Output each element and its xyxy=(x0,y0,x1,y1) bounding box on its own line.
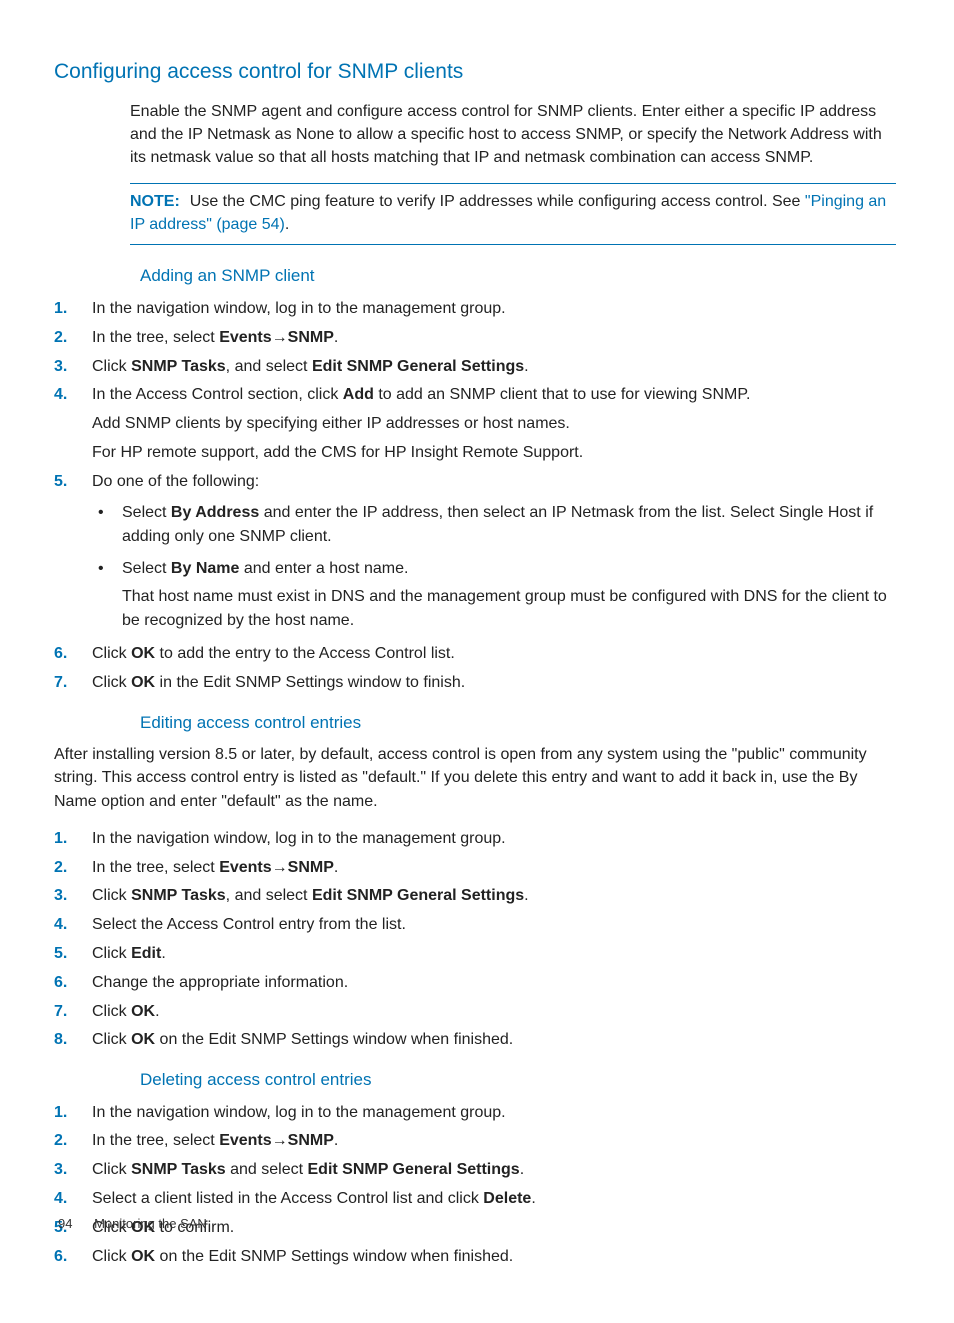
step-text: to add the entry to the Access Control l… xyxy=(155,645,455,662)
sub-bullets: Select By Address and enter the IP addre… xyxy=(92,501,896,635)
note-text: Use the CMC ping feature to verify IP ad… xyxy=(190,193,805,210)
page-footer: 94 Monitoring the SAN xyxy=(58,1214,207,1234)
step-text: In the Access Control section, click xyxy=(92,386,343,403)
note-label: NOTE: xyxy=(130,193,180,210)
list-item: Select By Address and enter the IP addre… xyxy=(92,501,896,549)
step-text: Click xyxy=(92,1031,131,1048)
step-text: Select the Access Control entry from the… xyxy=(92,916,406,933)
ui-label: Events xyxy=(219,859,271,876)
ui-label: Events xyxy=(219,1132,271,1149)
step-text: on the Edit SNMP Settings window when fi… xyxy=(155,1031,513,1048)
step-text: and enter a host name. xyxy=(239,560,408,577)
step-text: Do one of the following: xyxy=(92,473,259,490)
list-item: 4.Select a client listed in the Access C… xyxy=(54,1187,896,1212)
page-heading: Configuring access control for SNMP clie… xyxy=(54,56,896,88)
page-number: 94 xyxy=(58,1216,72,1231)
step-text: Click xyxy=(92,945,131,962)
step-text: , and select xyxy=(226,887,312,904)
step-text: For HP remote support, add the CMS for H… xyxy=(92,441,896,466)
list-item: 6.Click OK on the Edit SNMP Settings win… xyxy=(54,1245,896,1270)
step-text: to add an SNMP client that to use for vi… xyxy=(374,386,751,403)
step-text: Add SNMP clients by specifying either IP… xyxy=(92,412,896,437)
step-text: , and select xyxy=(226,358,312,375)
step-text: and select xyxy=(226,1161,308,1178)
ui-label: OK xyxy=(131,674,155,691)
ui-label: OK xyxy=(131,1003,155,1020)
list-item: 5.Do one of the following: Select By Add… xyxy=(54,470,896,634)
step-text: Click xyxy=(92,645,131,662)
step-text: In the tree, select xyxy=(92,859,219,876)
deleting-heading: Deleting access control entries xyxy=(140,1067,896,1093)
ui-label: Edit xyxy=(131,945,161,962)
step-text: Click xyxy=(92,1248,131,1265)
step-text: That host name must exist in DNS and the… xyxy=(122,585,896,635)
arrow-icon: → xyxy=(272,1132,288,1149)
footer-title: Monitoring the SAN xyxy=(94,1216,207,1231)
step-text: In the tree, select xyxy=(92,329,219,346)
ui-label: By Name xyxy=(171,560,239,577)
ui-label: Add xyxy=(343,386,374,403)
list-item: 2.In the tree, select Events→SNMP. xyxy=(54,326,896,351)
ui-label: OK xyxy=(131,1031,155,1048)
ui-label: SNMP Tasks xyxy=(131,887,226,904)
deleting-steps: 1.In the navigation window, log in to th… xyxy=(54,1101,896,1270)
list-item: 8.Click OK on the Edit SNMP Settings win… xyxy=(54,1028,896,1053)
step-text: In the navigation window, log in to the … xyxy=(92,300,506,317)
intro-paragraph: Enable the SNMP agent and configure acce… xyxy=(130,100,896,170)
list-item: 3.Click SNMP Tasks, and select Edit SNMP… xyxy=(54,884,896,909)
step-text: Click xyxy=(92,1161,131,1178)
arrow-icon: → xyxy=(272,859,288,876)
note-after: . xyxy=(285,216,289,233)
step-text: Change the appropriate information. xyxy=(92,974,348,991)
list-item: 1.In the navigation window, log in to th… xyxy=(54,297,896,322)
editing-steps: 1.In the navigation window, log in to th… xyxy=(54,827,896,1053)
step-text: Click xyxy=(92,887,131,904)
list-item: 5.Click Edit. xyxy=(54,942,896,967)
ui-label: SNMP xyxy=(288,329,334,346)
ui-label: By Address xyxy=(171,504,259,521)
adding-steps: 1.In the navigation window, log in to th… xyxy=(54,297,896,696)
ui-label: OK xyxy=(131,1248,155,1265)
step-text: Click xyxy=(92,1003,131,1020)
editing-intro: After installing version 8.5 or later, b… xyxy=(54,743,896,813)
ui-label: SNMP Tasks xyxy=(131,358,226,375)
ui-label: Edit SNMP General Settings xyxy=(312,887,524,904)
step-text: In the navigation window, log in to the … xyxy=(92,830,506,847)
step-text: In the tree, select xyxy=(92,1132,219,1149)
list-item: 6.Change the appropriate information. xyxy=(54,971,896,996)
list-item: 1.In the navigation window, log in to th… xyxy=(54,827,896,852)
ui-label: OK xyxy=(131,645,155,662)
adding-heading: Adding an SNMP client xyxy=(140,263,896,289)
step-text: Select xyxy=(122,504,171,521)
ui-label: SNMP xyxy=(288,1132,334,1149)
editing-heading: Editing access control entries xyxy=(140,710,896,736)
ui-label: Events xyxy=(219,329,271,346)
note-box: NOTE: Use the CMC ping feature to verify … xyxy=(130,183,896,245)
step-text: Click xyxy=(92,674,131,691)
list-item: 7.Click OK. xyxy=(54,1000,896,1025)
step-text: in the Edit SNMP Settings window to fini… xyxy=(155,674,465,691)
arrow-icon: → xyxy=(272,329,288,346)
step-text: Select a client listed in the Access Con… xyxy=(92,1190,483,1207)
list-item: 7.Click OK in the Edit SNMP Settings win… xyxy=(54,671,896,696)
ui-label: Delete xyxy=(483,1190,531,1207)
list-item: Select By Name and enter a host name. Th… xyxy=(92,557,896,635)
step-text: Click xyxy=(92,358,131,375)
list-item: 1.In the navigation window, log in to th… xyxy=(54,1101,896,1126)
ui-label: SNMP xyxy=(288,859,334,876)
ui-label: SNMP Tasks xyxy=(131,1161,226,1178)
step-text: In the navigation window, log in to the … xyxy=(92,1104,506,1121)
ui-label: Edit SNMP General Settings xyxy=(308,1161,520,1178)
list-item: 4.Select the Access Control entry from t… xyxy=(54,913,896,938)
list-item: 4.In the Access Control section, click A… xyxy=(54,383,896,465)
step-text: Select xyxy=(122,560,171,577)
list-item: 2.In the tree, select Events→SNMP. xyxy=(54,856,896,881)
step-text: on the Edit SNMP Settings window when fi… xyxy=(155,1248,513,1265)
ui-label: Edit SNMP General Settings xyxy=(312,358,524,375)
list-item: 6.Click OK to add the entry to the Acces… xyxy=(54,642,896,667)
list-item: 2.In the tree, select Events→SNMP. xyxy=(54,1129,896,1154)
list-item: 3.Click SNMP Tasks, and select Edit SNMP… xyxy=(54,355,896,380)
list-item: 3.Click SNMP Tasks and select Edit SNMP … xyxy=(54,1158,896,1183)
